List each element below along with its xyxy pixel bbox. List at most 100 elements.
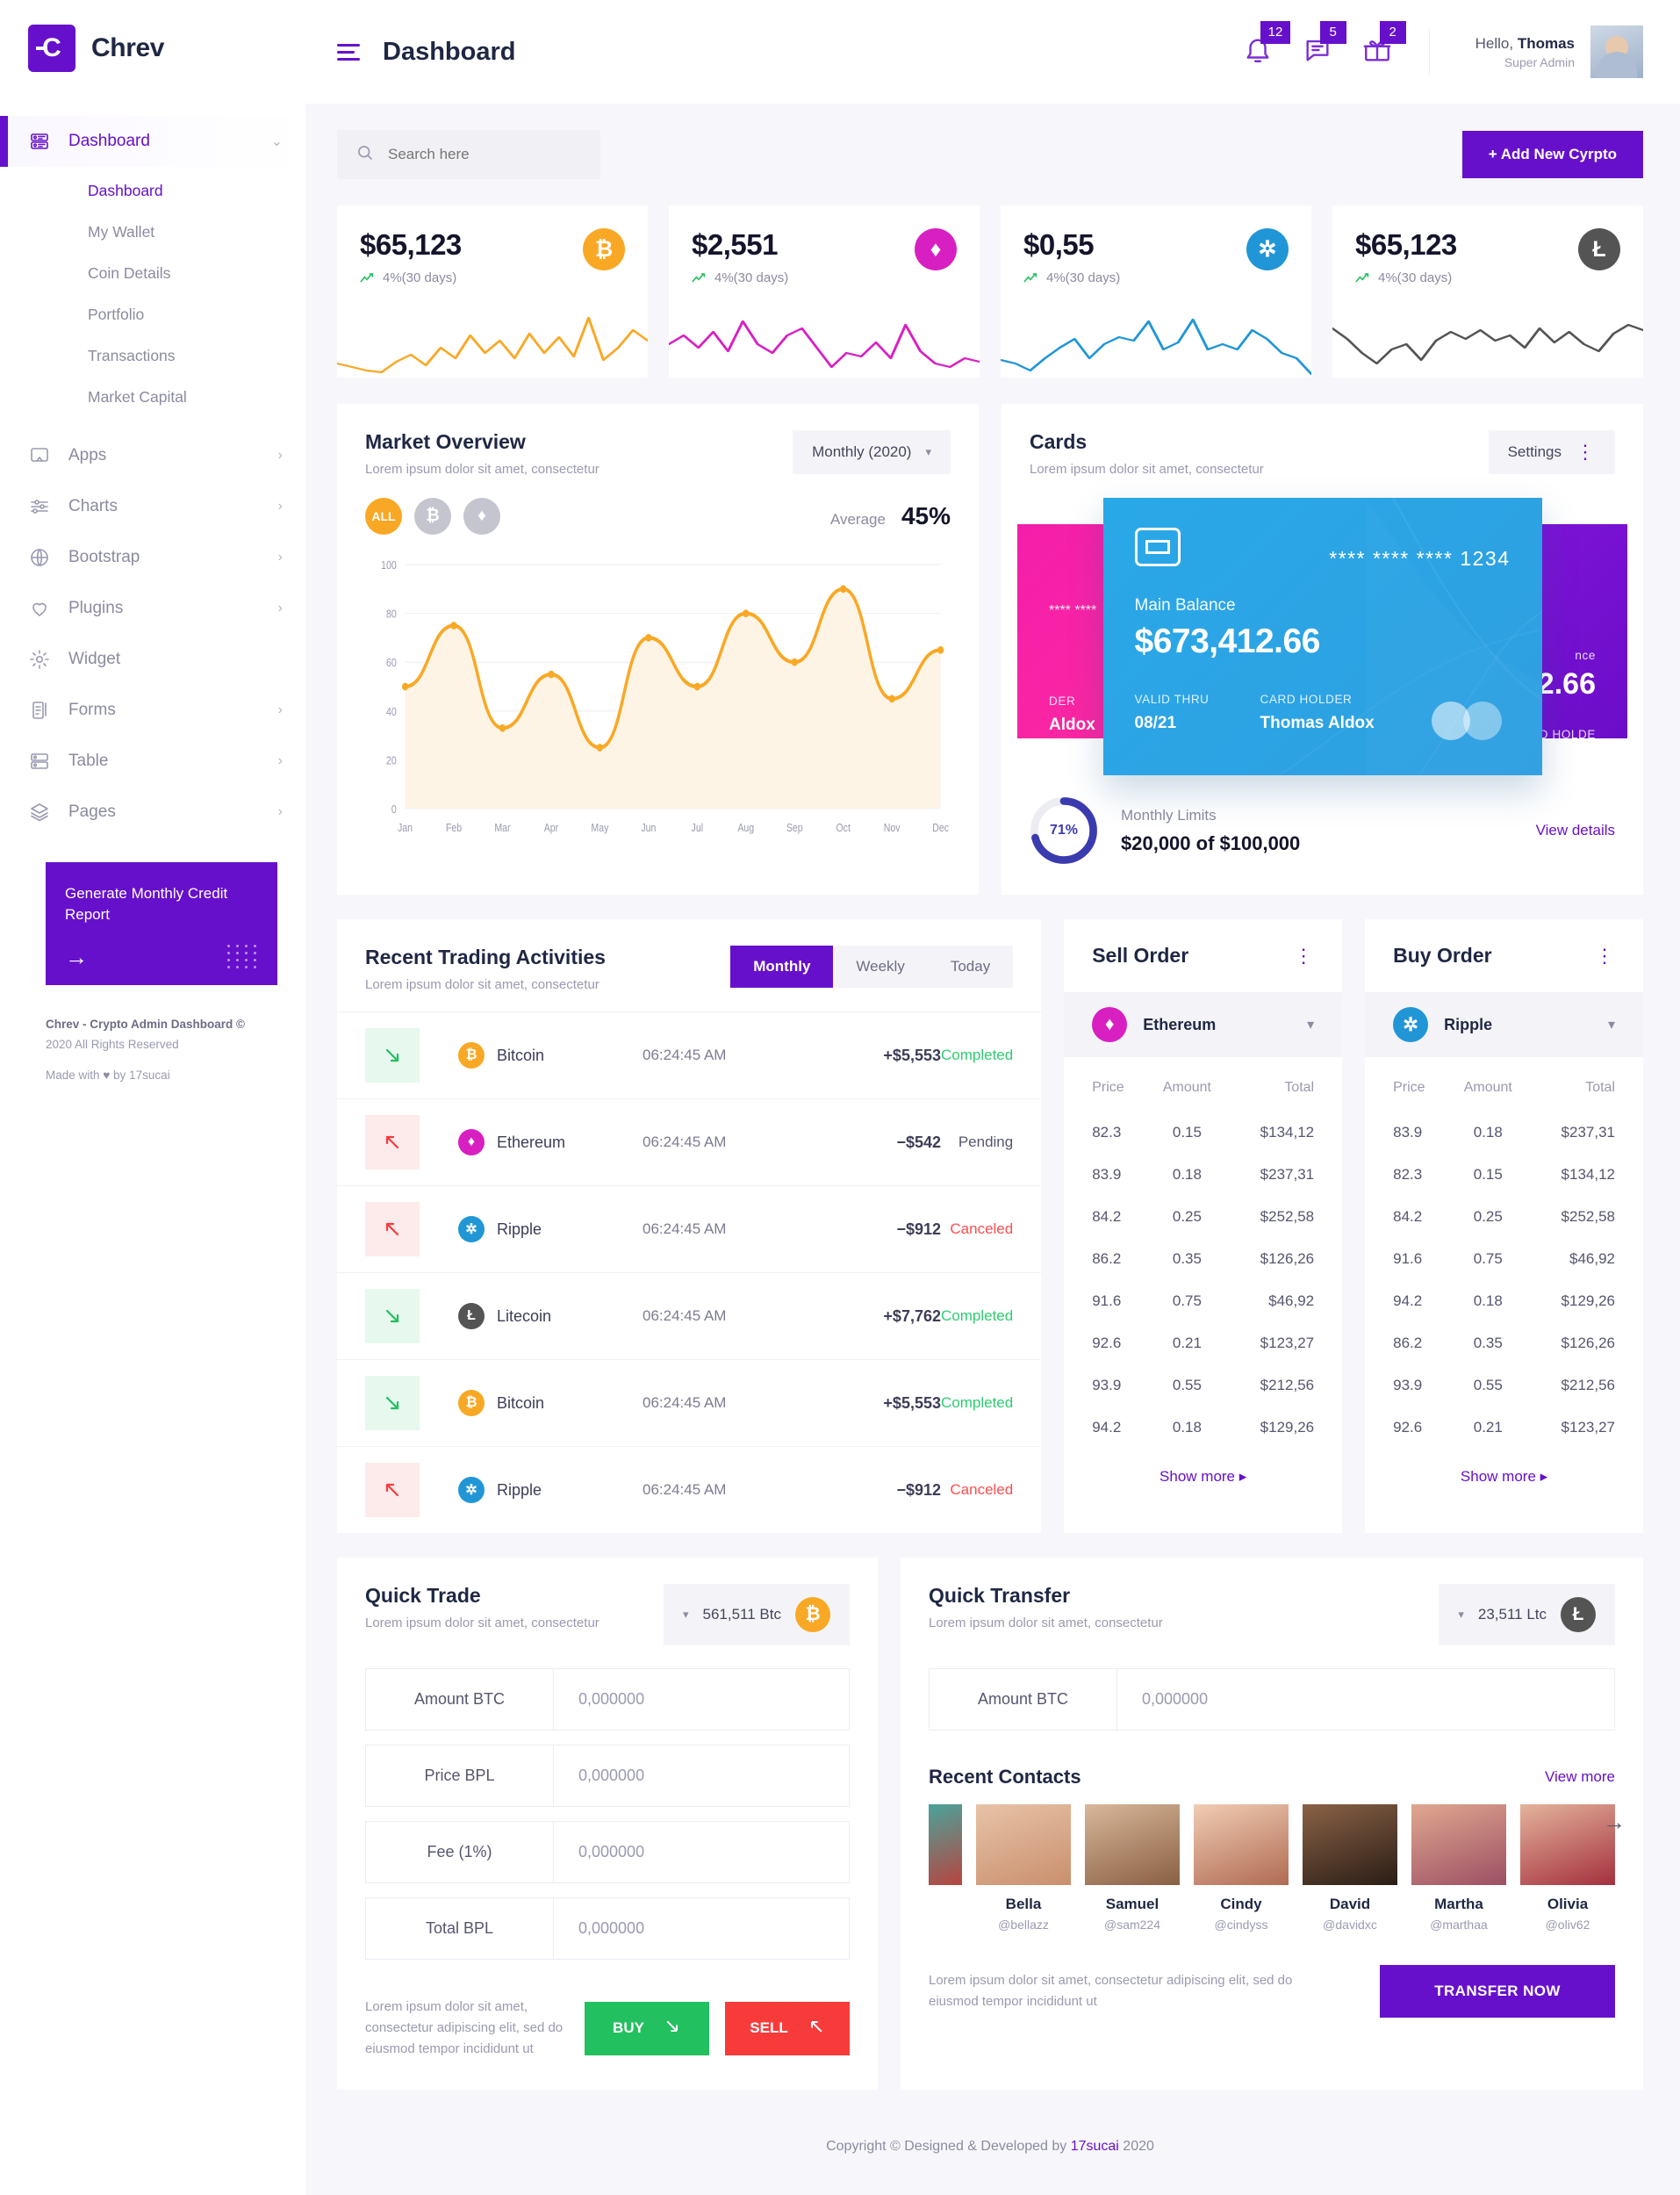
chevron-right-icon: › — [277, 804, 283, 819]
trade-field[interactable]: Amount BTC 0,000000 — [365, 1668, 850, 1731]
card-balance-label: Main Balance — [1134, 596, 1236, 615]
subnav-item-transactions[interactable]: Transactions — [0, 335, 305, 377]
table-cell: 83.9 — [1393, 1124, 1423, 1141]
card-carousel[interactable]: **** **** DER Aldox nce ,412.66 CARD HOL… — [1002, 498, 1643, 788]
status-badge: Canceled — [950, 1481, 1014, 1498]
trade-field-value[interactable]: 0,000000 — [554, 1669, 669, 1730]
market-overview-title: Market Overview — [365, 430, 526, 453]
table-row[interactable]: ♦ Ethereum 06:24:45 AM −$542 Pending — [337, 1098, 1042, 1185]
stat-change: 4%(30 days) — [692, 270, 788, 285]
sell-order-coin-select[interactable]: ♦ Ethereum ▾ — [1064, 992, 1343, 1057]
table-row: 92.6 0.21 $123,27 — [1365, 1407, 1643, 1449]
trade-field-value[interactable]: 0,000000 — [554, 1745, 669, 1806]
coin-filter-₿[interactable]: ₿ — [414, 498, 451, 535]
quick-trade-fields: Amount BTC 0,000000 Price BPL 0,000000 Fee (… — [337, 1668, 878, 1960]
subnav-item-dashboard[interactable]: Dashboard — [0, 170, 305, 212]
coin-filter-all[interactable]: ALL — [365, 498, 402, 535]
trade-field-value[interactable]: 0,000000 — [554, 1822, 669, 1882]
stat-card-ethereum[interactable]: $2,551 4%(30 days) ♦ — [669, 205, 980, 378]
trade-field-value[interactable]: 0,000000 — [554, 1898, 669, 1959]
transfer-amount-field[interactable]: Amount BTC 0,000000 — [929, 1668, 1615, 1731]
sidebar-item-pages[interactable]: Pages › — [0, 787, 305, 838]
trade-field[interactable]: Fee (1%) 0,000000 — [365, 1821, 850, 1883]
list-item[interactable]: Samuel @sam224 — [1085, 1804, 1180, 1932]
trade-field[interactable]: Total BPL 0,000000 — [365, 1897, 850, 1960]
stat-card-litecoin[interactable]: $65,123 4%(30 days) Ł — [1332, 205, 1643, 378]
menu-toggle-icon[interactable] — [337, 43, 360, 61]
limits-value: $20,000 of $100,000 — [1121, 831, 1301, 854]
table-row[interactable]: ✲ Ripple 06:24:45 AM −$912 Canceled — [337, 1446, 1042, 1533]
subnav-item-my-wallet[interactable]: My Wallet — [0, 212, 305, 253]
cards-settings-button[interactable]: Settings ⋮ — [1488, 430, 1615, 474]
list-item[interactable]: Bella @bellazz — [976, 1804, 1071, 1932]
buy-button[interactable]: BUY — [585, 2001, 709, 2055]
buy-order-coin-select[interactable]: ✲ Ripple ▾ — [1365, 992, 1643, 1057]
footer-link[interactable]: 17sucai — [1071, 2139, 1119, 2154]
stat-card-ripple[interactable]: $0,55 4%(30 days) ✲ — [1001, 205, 1311, 378]
status-badge: Completed — [941, 1047, 1014, 1063]
quick-trade-subtitle: Lorem ipsum dolor sit amet, consectetur — [365, 1616, 599, 1630]
search-box[interactable] — [337, 130, 600, 179]
period-select[interactable]: Monthly (2020) ▾ — [793, 430, 951, 474]
trade-field[interactable]: Price BPL 0,000000 — [365, 1745, 850, 1807]
table-row[interactable]: Ł Litecoin 06:24:45 AM +$7,762 Completed — [337, 1272, 1042, 1359]
list-item[interactable]: Martha @marthaa — [1411, 1804, 1506, 1932]
transfer-amount-value[interactable]: 0,000000 — [1117, 1669, 1232, 1730]
subnav-item-market-capital[interactable]: Market Capital — [0, 377, 305, 418]
quick-trade-balance-select[interactable]: ▾ 561,511 Btc ₿ — [663, 1584, 850, 1645]
quick-trade-balance: 561,511 Btc — [702, 1606, 781, 1623]
carousel-next-icon[interactable]: → — [1603, 1809, 1626, 1836]
search-input[interactable] — [388, 146, 581, 163]
trade-coin: ₿ Bitcoin — [458, 1390, 643, 1416]
trade-coin-name: Ethereum — [497, 1133, 566, 1151]
sidebar-item-apps[interactable]: Apps › — [0, 430, 305, 481]
view-details-link[interactable]: View details — [1536, 822, 1615, 839]
avatar[interactable] — [1590, 25, 1643, 78]
trade-time: 06:24:45 AM — [643, 1133, 727, 1150]
kebab-menu-icon[interactable]: ⋮ — [1294, 946, 1314, 965]
contacts-view-more-link[interactable]: View more — [1545, 1768, 1615, 1786]
table-row[interactable]: ₿ Bitcoin 06:24:45 AM +$5,553 Completed — [337, 1011, 1042, 1098]
stat-value: $0,55 — [1023, 228, 1095, 261]
sidebar-item-bootstrap[interactable]: Bootstrap › — [0, 532, 305, 583]
bell-button[interactable]: 12 — [1243, 20, 1291, 69]
promo-card[interactable]: Generate Monthly Credit Report → — [46, 862, 277, 985]
sidebar-item-forms[interactable]: Forms › — [0, 685, 305, 736]
sell-button[interactable]: SELL — [725, 2001, 850, 2055]
table-row[interactable]: ₿ Bitcoin 06:24:45 AM +$5,553 Completed — [337, 1359, 1042, 1446]
subnav-item-portfolio[interactable]: Portfolio — [0, 294, 305, 335]
buy-show-more-link[interactable]: Show more ▸ — [1365, 1449, 1643, 1508]
sell-show-more-link[interactable]: Show more ▸ — [1064, 1449, 1342, 1508]
kebab-menu-icon[interactable]: ⋮ — [1576, 443, 1596, 462]
kebab-menu-icon[interactable]: ⋮ — [1595, 946, 1615, 965]
sidebar-item-dashboard[interactable]: Dashboard ⌄ — [0, 116, 305, 167]
user-profile[interactable]: Hello, Thomas Super Admin — [1453, 25, 1643, 78]
table-cell: 92.6 — [1092, 1335, 1122, 1351]
sidebar-item-table[interactable]: Table › — [0, 736, 305, 787]
gift-button[interactable]: 2 — [1362, 20, 1406, 69]
table-icon — [28, 750, 51, 773]
stat-card-bitcoin[interactable]: $65,123 4%(30 days) ₿ — [337, 205, 648, 378]
sidebar-item-plugins[interactable]: Plugins › — [0, 583, 305, 634]
transfer-now-button[interactable]: TRANSFER NOW — [1380, 1965, 1615, 2018]
chevron-right-icon: › — [277, 448, 283, 463]
list-item[interactable]: David @davidxc — [1303, 1804, 1397, 1932]
brand[interactable]: C Chrev — [0, 0, 305, 97]
add-new-crypto-button[interactable]: + Add New Cyrpto — [1461, 131, 1643, 178]
subnav-item-coin-details[interactable]: Coin Details — [0, 253, 305, 294]
list-item[interactable]: Olivia @oliv62 — [1520, 1804, 1615, 1932]
quick-transfer-balance-select[interactable]: ▾ 23,511 Ltc Ł — [1439, 1584, 1615, 1645]
coin-filter-♦[interactable]: ♦ — [463, 498, 500, 535]
table-cell: 86.2 — [1393, 1335, 1423, 1351]
credit-card-main[interactable]: **** **** **** 1234 Main Balance $673,41… — [1102, 498, 1542, 775]
sidebar-item-widget[interactable]: Widget — [0, 634, 305, 685]
trading-tab-weekly[interactable]: Weekly — [833, 946, 928, 988]
trading-tab-monthly[interactable]: Monthly — [730, 946, 834, 988]
stat-change-label: 4%(30 days) — [1378, 270, 1453, 285]
contact-partial[interactable] — [929, 1804, 962, 1932]
list-item[interactable]: Cindy @cindyss — [1194, 1804, 1289, 1932]
table-row[interactable]: ✲ Ripple 06:24:45 AM −$912 Canceled — [337, 1185, 1042, 1272]
sidebar-item-charts[interactable]: Charts › — [0, 481, 305, 532]
trading-tab-today[interactable]: Today — [927, 946, 1014, 988]
chat-button[interactable]: 5 — [1303, 20, 1346, 69]
